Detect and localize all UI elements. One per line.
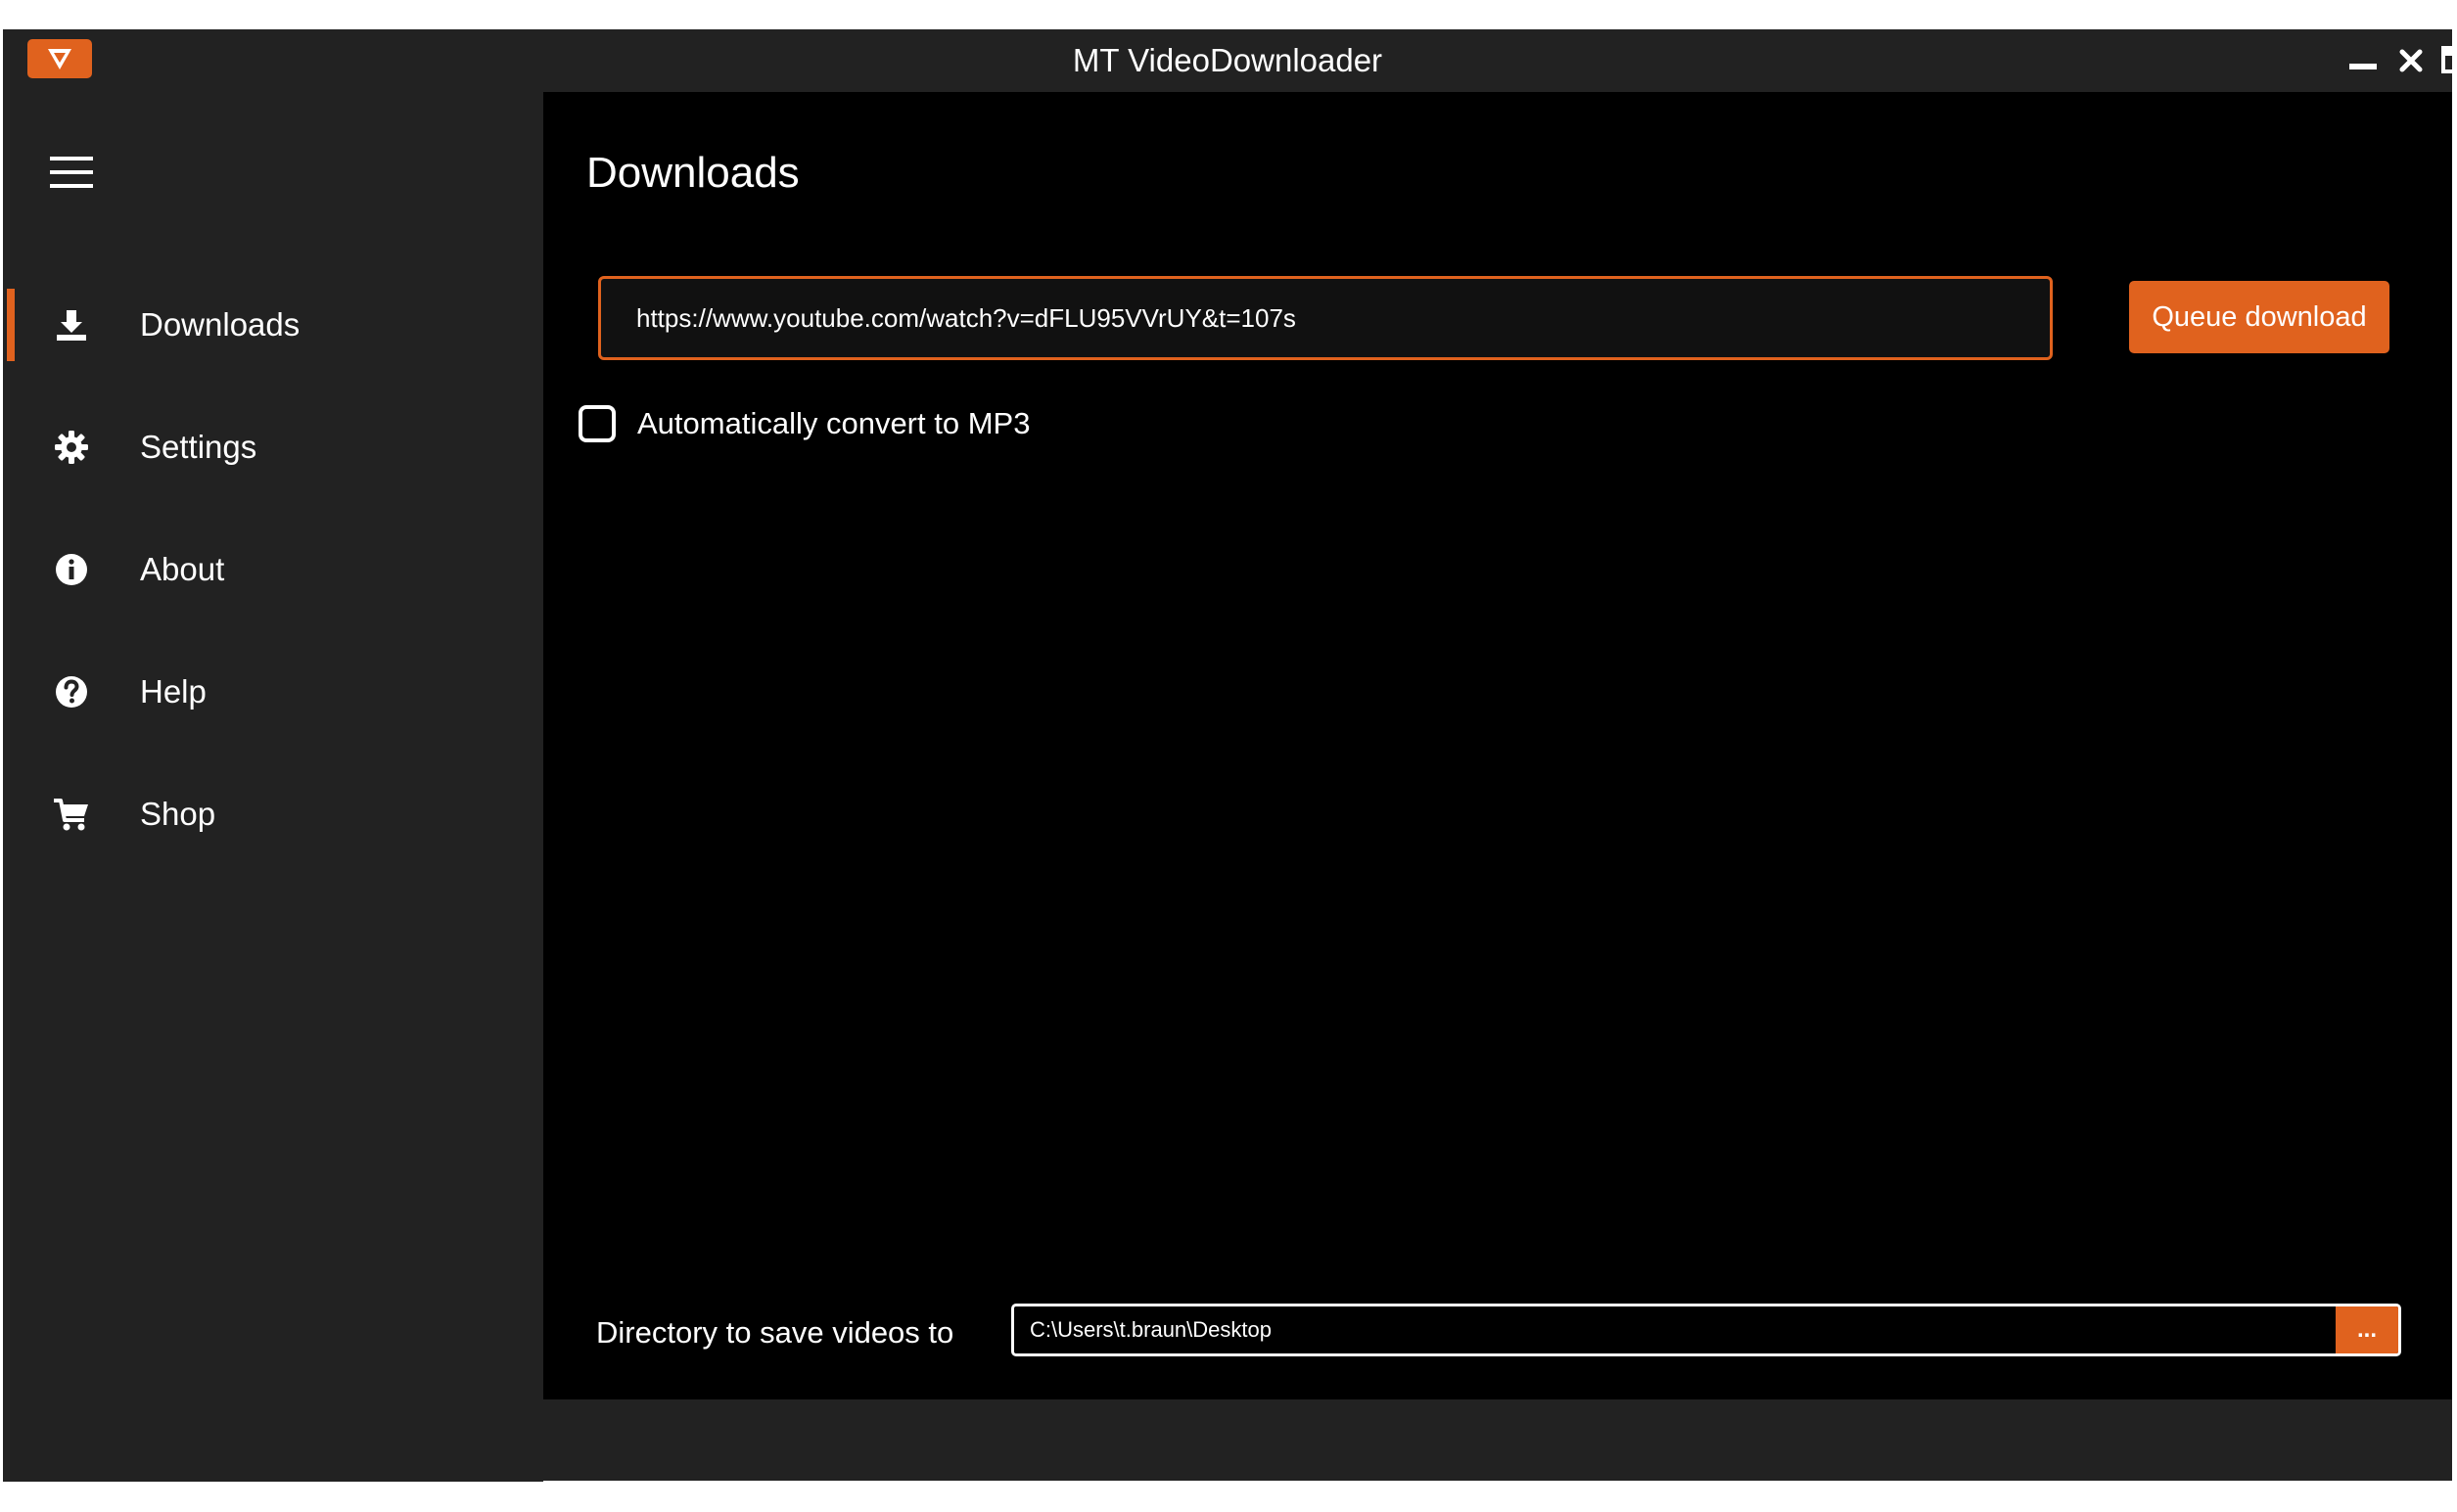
menu-toggle-button[interactable] [42,143,101,202]
hamburger-icon [50,157,93,188]
sidebar-item-help[interactable]: Help [3,650,543,734]
directory-field: ... [1011,1304,2401,1356]
gear-icon [52,428,91,467]
sidebar-item-label: Shop [140,796,216,832]
sidebar-item-settings[interactable]: Settings [3,405,543,489]
app-window: MT VideoDownloader Downloads Settings Ab… [3,29,2457,1482]
directory-label: Directory to save videos to [596,1315,954,1350]
shield-logo-icon [48,49,71,69]
sidebar-item-label: About [140,551,225,587]
info-icon [52,550,91,589]
main-content: Downloads Queue download Automatically c… [543,92,2452,1399]
window-title: MT VideoDownloader [1072,42,1383,78]
help-icon [52,672,91,711]
sidebar-item-label: Help [140,673,207,710]
sidebar-item-label: Downloads [140,306,301,343]
page-title: Downloads [586,149,800,197]
sidebar-item-label: Settings [140,429,257,465]
title-bar: MT VideoDownloader [3,29,2457,92]
sidebar: Downloads Settings About Help Shop [3,92,543,1482]
browse-directory-button[interactable]: ... [2336,1306,2398,1353]
cart-icon [52,795,91,834]
sidebar-item-about[interactable]: About [3,527,543,612]
url-input[interactable] [598,276,2053,360]
sidebar-item-downloads[interactable]: Downloads [3,283,543,367]
directory-input[interactable] [1014,1306,2340,1353]
convert-mp3-label[interactable]: Automatically convert to MP3 [637,403,1030,444]
queue-download-button[interactable]: Queue download [2129,281,2389,353]
close-icon [2399,49,2423,72]
maximize-icon [2441,46,2457,73]
sidebar-item-shop[interactable]: Shop [3,772,543,856]
convert-mp3-checkbox[interactable] [579,405,616,442]
close-button[interactable] [2382,37,2440,84]
minimize-icon [2349,64,2377,69]
download-icon [52,305,91,344]
app-logo [27,39,92,78]
